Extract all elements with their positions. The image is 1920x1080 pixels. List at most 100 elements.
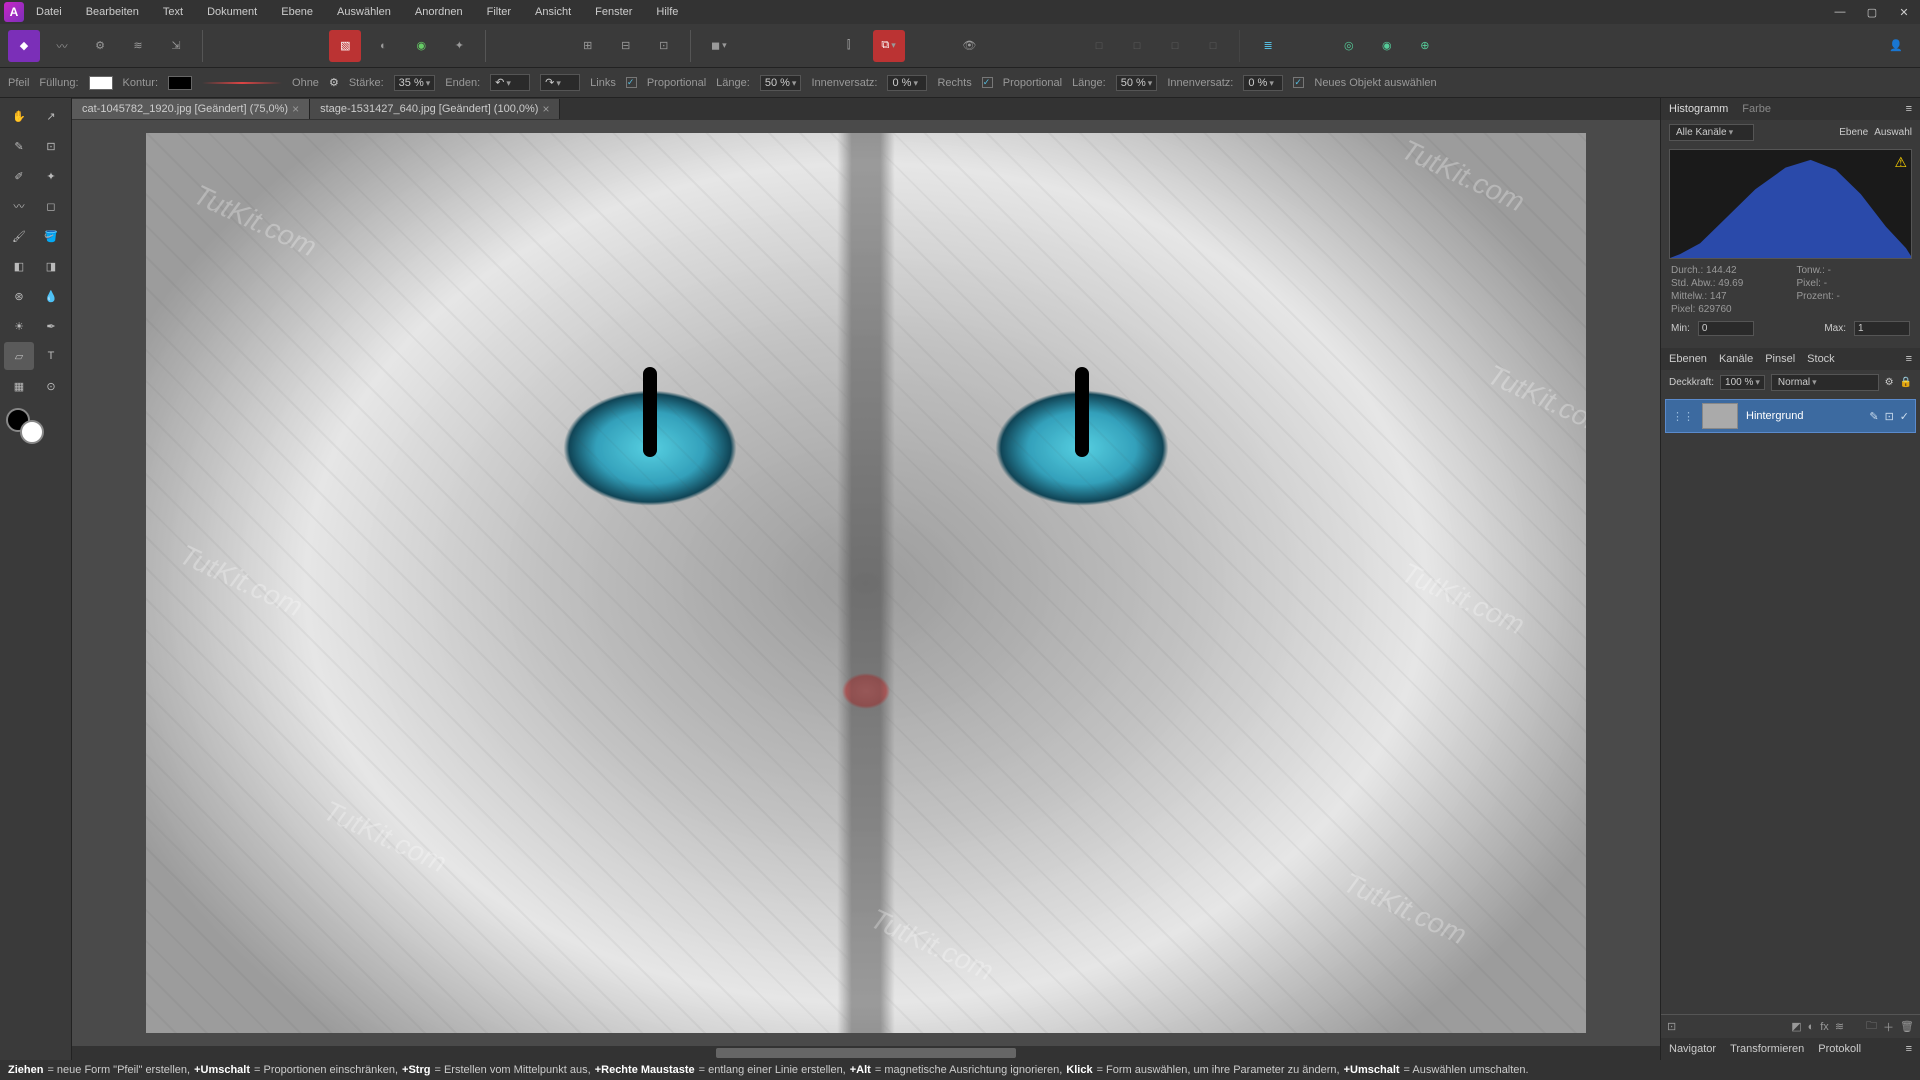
min-input[interactable] xyxy=(1698,321,1754,336)
assistant-button[interactable]: 👁 xyxy=(953,30,985,62)
snap-dropdown[interactable]: ⧉ xyxy=(873,30,905,62)
minimize-button[interactable]: — xyxy=(1828,3,1852,21)
fill-tool[interactable]: 🪣 xyxy=(36,222,66,250)
protocol-tab[interactable]: Protokoll xyxy=(1818,1043,1861,1055)
channels-tab[interactable]: Kanäle xyxy=(1719,353,1753,365)
develop-persona-button[interactable]: ⚙ xyxy=(84,30,116,62)
horizontal-scrollbar[interactable] xyxy=(72,1046,1660,1060)
close-tab-2-icon[interactable]: × xyxy=(542,102,549,116)
eraser-tool[interactable]: ◨ xyxy=(36,252,66,280)
select-all-button[interactable]: ⊞ xyxy=(572,30,604,62)
mesh-tool[interactable]: ▦ xyxy=(4,372,34,400)
menu-auswaehlen[interactable]: Auswählen xyxy=(333,4,395,20)
layer-drag-icon[interactable]: ⋮⋮ xyxy=(1672,410,1694,423)
crop-tool[interactable]: ⊡ xyxy=(36,132,66,160)
flood-select-tool[interactable]: ✦ xyxy=(36,162,66,190)
panel-menu-icon[interactable]: ≡ xyxy=(1906,103,1912,115)
quickmask-dropdown[interactable]: ◼ xyxy=(703,30,735,62)
marquee-tool[interactable]: ◻ xyxy=(36,192,66,220)
gradient-tool[interactable]: ◧ xyxy=(4,252,34,280)
arrange-button[interactable]: ⫿ xyxy=(833,30,865,62)
liquify-persona-button[interactable]: 〰 xyxy=(46,30,78,62)
tone-persona-button[interactable]: ≋ xyxy=(122,30,154,62)
histo-selection-button[interactable]: Auswahl xyxy=(1874,127,1912,138)
menu-datei[interactable]: Datei xyxy=(32,4,66,20)
menu-anordnen[interactable]: Anordnen xyxy=(411,4,467,20)
align-button[interactable]: ≣ xyxy=(1252,30,1284,62)
hand-tool[interactable]: ✋ xyxy=(4,102,34,130)
text-tool[interactable]: T xyxy=(36,342,66,370)
transform-tab[interactable]: Transformieren xyxy=(1730,1043,1804,1055)
layer-visible-icon[interactable]: ✓ xyxy=(1900,410,1909,423)
menu-fenster[interactable]: Fenster xyxy=(591,4,636,20)
layer-fx-icon[interactable]: ⚙ xyxy=(1885,377,1894,388)
menu-ebene[interactable]: Ebene xyxy=(277,4,317,20)
autolevels-button[interactable]: ◐ xyxy=(367,30,399,62)
right-inset-input[interactable]: 0 % xyxy=(1243,75,1283,91)
clone-tool[interactable]: ⊛ xyxy=(4,282,34,310)
color-picker-tool[interactable]: ✎ xyxy=(4,132,34,160)
right-proportional-check[interactable] xyxy=(982,77,993,88)
close-tab-1-icon[interactable]: × xyxy=(292,102,299,116)
color-swatches[interactable] xyxy=(4,408,66,450)
add-live-icon[interactable]: ≋ xyxy=(1835,1020,1844,1033)
move-tool[interactable]: ↗ xyxy=(36,102,66,130)
freehand-tool[interactable]: 〰 xyxy=(4,192,34,220)
bottom-menu-icon[interactable]: ≡ xyxy=(1906,1043,1912,1055)
canvas-viewport[interactable]: TutKit.com TutKit.com TutKit.com TutKit.… xyxy=(72,120,1660,1046)
stroke-settings-icon[interactable]: ⚙ xyxy=(329,76,339,89)
fill-swatch[interactable] xyxy=(89,76,113,90)
layers-tab[interactable]: Ebenen xyxy=(1669,353,1707,365)
brush-tab[interactable]: Pinsel xyxy=(1765,353,1795,365)
add-adjust-icon[interactable]: ◐ xyxy=(1808,1021,1815,1033)
group-button[interactable]: ◎ xyxy=(1333,30,1365,62)
end-right-dropdown[interactable]: ↷ xyxy=(540,74,580,91)
new-group-icon[interactable]: 🗀 xyxy=(1866,1017,1877,1036)
menu-filter[interactable]: Filter xyxy=(483,4,515,20)
histogram-tab[interactable]: Histogramm xyxy=(1669,103,1728,115)
layers-menu-icon[interactable]: ≡ xyxy=(1906,353,1912,365)
autocolor-button[interactable]: ◉ xyxy=(405,30,437,62)
stock-tab[interactable]: Stock xyxy=(1807,353,1835,365)
menu-dokument[interactable]: Dokument xyxy=(203,4,261,20)
blendmode-dropdown[interactable]: Normal xyxy=(1771,374,1879,391)
layer-edit-icon[interactable]: ✎ xyxy=(1869,410,1878,423)
end-left-dropdown[interactable]: ↶ xyxy=(490,74,530,91)
smudge-tool[interactable]: 💧 xyxy=(36,282,66,310)
left-length-input[interactable]: 50 % xyxy=(760,75,802,91)
layer-lock-icon[interactable]: 🔒 xyxy=(1900,377,1912,388)
canvas[interactable]: TutKit.com TutKit.com TutKit.com TutKit.… xyxy=(146,133,1586,1033)
new-object-check[interactable] xyxy=(1293,77,1304,88)
delete-layer-icon[interactable]: 🗑 xyxy=(1900,1020,1914,1033)
max-input[interactable] xyxy=(1854,321,1910,336)
selection-brush-tool[interactable]: ✐ xyxy=(4,162,34,190)
stroke-preview[interactable] xyxy=(202,82,282,84)
left-proportional-check[interactable] xyxy=(626,77,637,88)
insert-button[interactable]: ⊕ xyxy=(1409,30,1441,62)
menu-hilfe[interactable]: Hilfe xyxy=(652,4,682,20)
left-inset-input[interactable]: 0 % xyxy=(887,75,927,91)
histo-layer-button[interactable]: Ebene xyxy=(1839,127,1868,138)
autowhite-button[interactable]: ✦ xyxy=(443,30,475,62)
invert-selection-button[interactable]: ⊡ xyxy=(648,30,680,62)
ungroup-button[interactable]: ◉ xyxy=(1371,30,1403,62)
pen-tool[interactable]: ✒ xyxy=(36,312,66,340)
add-mask-icon[interactable]: ◩ xyxy=(1791,1020,1801,1033)
maximize-button[interactable]: ▢ xyxy=(1860,3,1884,21)
stroke-swatch[interactable] xyxy=(168,76,192,90)
menu-text[interactable]: Text xyxy=(159,4,187,20)
shape-tool[interactable]: ▱ xyxy=(4,342,34,370)
channel-dropdown[interactable]: Alle Kanäle xyxy=(1669,124,1754,141)
color-tab[interactable]: Farbe xyxy=(1742,103,1771,115)
opacity-input[interactable]: 100 % xyxy=(1720,375,1765,390)
dodge-tool[interactable]: ☀ xyxy=(4,312,34,340)
menu-ansicht[interactable]: Ansicht xyxy=(531,4,575,20)
photo-persona-button[interactable]: ◆ xyxy=(8,30,40,62)
deselect-button[interactable]: ⊟ xyxy=(610,30,642,62)
strength-input[interactable]: 35 % xyxy=(394,75,436,91)
new-layer-icon[interactable]: ＋ xyxy=(1883,1019,1894,1035)
zoom-tool[interactable]: ⊙ xyxy=(36,372,66,400)
document-tab-2[interactable]: stage-1531427_640.jpg [Geändert] (100,0%… xyxy=(310,99,560,119)
layer-thumbnail[interactable] xyxy=(1702,403,1738,429)
layer-link-icon[interactable]: ⊡ xyxy=(1885,410,1894,423)
